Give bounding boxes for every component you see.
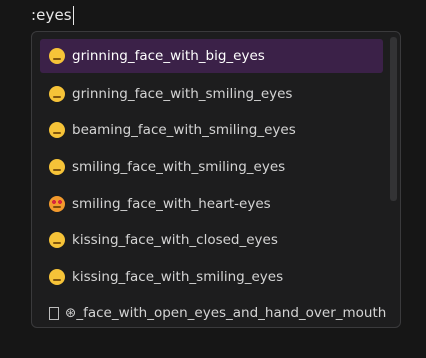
emoji-suggestion-label: smiling_face_with_heart-eyes <box>72 195 271 212</box>
emoji-suggestion-label: smiling_face_with_smiling_eyes <box>72 159 286 176</box>
smiling-face-with-heart-eyes-emoji-icon <box>49 195 65 212</box>
popup-scrollbar[interactable] <box>389 34 399 325</box>
emoji-prefix-glyph: ⊛ <box>65 305 77 322</box>
emoji-suggestion-item[interactable]: grinning_face_with_smiling_eyes <box>40 76 383 113</box>
kissing-face-with-closed-eyes-emoji-icon <box>49 232 65 249</box>
emoji-suggestion-item[interactable]: smiling_face_with_smiling_eyes <box>40 149 383 186</box>
emoji-suggestion-item[interactable]: smiling_face_with_heart-eyes <box>40 185 383 222</box>
smiling-face-with-smiling-eyes-emoji-icon <box>49 159 65 176</box>
text-caret <box>72 5 74 25</box>
emoji-suggestion-item[interactable]: kissing_face_with_closed_eyes <box>40 222 383 259</box>
emoji-suggestion-label: grinning_face_with_big_eyes <box>72 48 265 64</box>
beaming-face-with-smiling-eyes-emoji-icon <box>49 122 65 139</box>
emoji-suggestion-list: grinning_face_with_big_eyes grinning_fac… <box>40 39 387 327</box>
emoji-suggestion-item[interactable]: grinning_face_with_big_eyes <box>40 39 383 73</box>
emoji-suggestion-item[interactable]: ⊛ _face_with_open_eyes_and_hand_over_mou… <box>40 295 387 327</box>
emoji-suggestion-label: _face_with_open_eyes_and_hand_over_mouth <box>76 305 387 322</box>
grinning-face-with-big-eyes-emoji-icon <box>49 48 65 64</box>
editor-input-line[interactable]: :eyes <box>31 4 74 26</box>
emoji-suggestion-label: grinning_face_with_smiling_eyes <box>72 85 293 102</box>
kissing-face-with-smiling-eyes-emoji-icon <box>49 268 65 285</box>
emoji-autocomplete-popup: grinning_face_with_big_eyes grinning_fac… <box>31 31 401 328</box>
emoji-suggestion-item[interactable]: kissing_face_with_smiling_eyes <box>40 259 383 296</box>
emoji-suggestion-item[interactable]: beaming_face_with_smiling_eyes <box>40 112 383 149</box>
missing-glyph-box-icon <box>49 306 59 320</box>
grinning-face-with-smiling-eyes-emoji-icon <box>49 85 65 102</box>
typed-text: :eyes <box>31 6 72 24</box>
emoji-suggestion-label: kissing_face_with_smiling_eyes <box>72 268 284 285</box>
emoji-suggestion-label: kissing_face_with_closed_eyes <box>72 232 278 249</box>
editor-window: :eyes grinning_face_with_big_eyes grinni… <box>0 0 426 358</box>
popup-scrollbar-thumb[interactable] <box>390 37 397 201</box>
emoji-suggestion-label: beaming_face_with_smiling_eyes <box>72 122 296 139</box>
